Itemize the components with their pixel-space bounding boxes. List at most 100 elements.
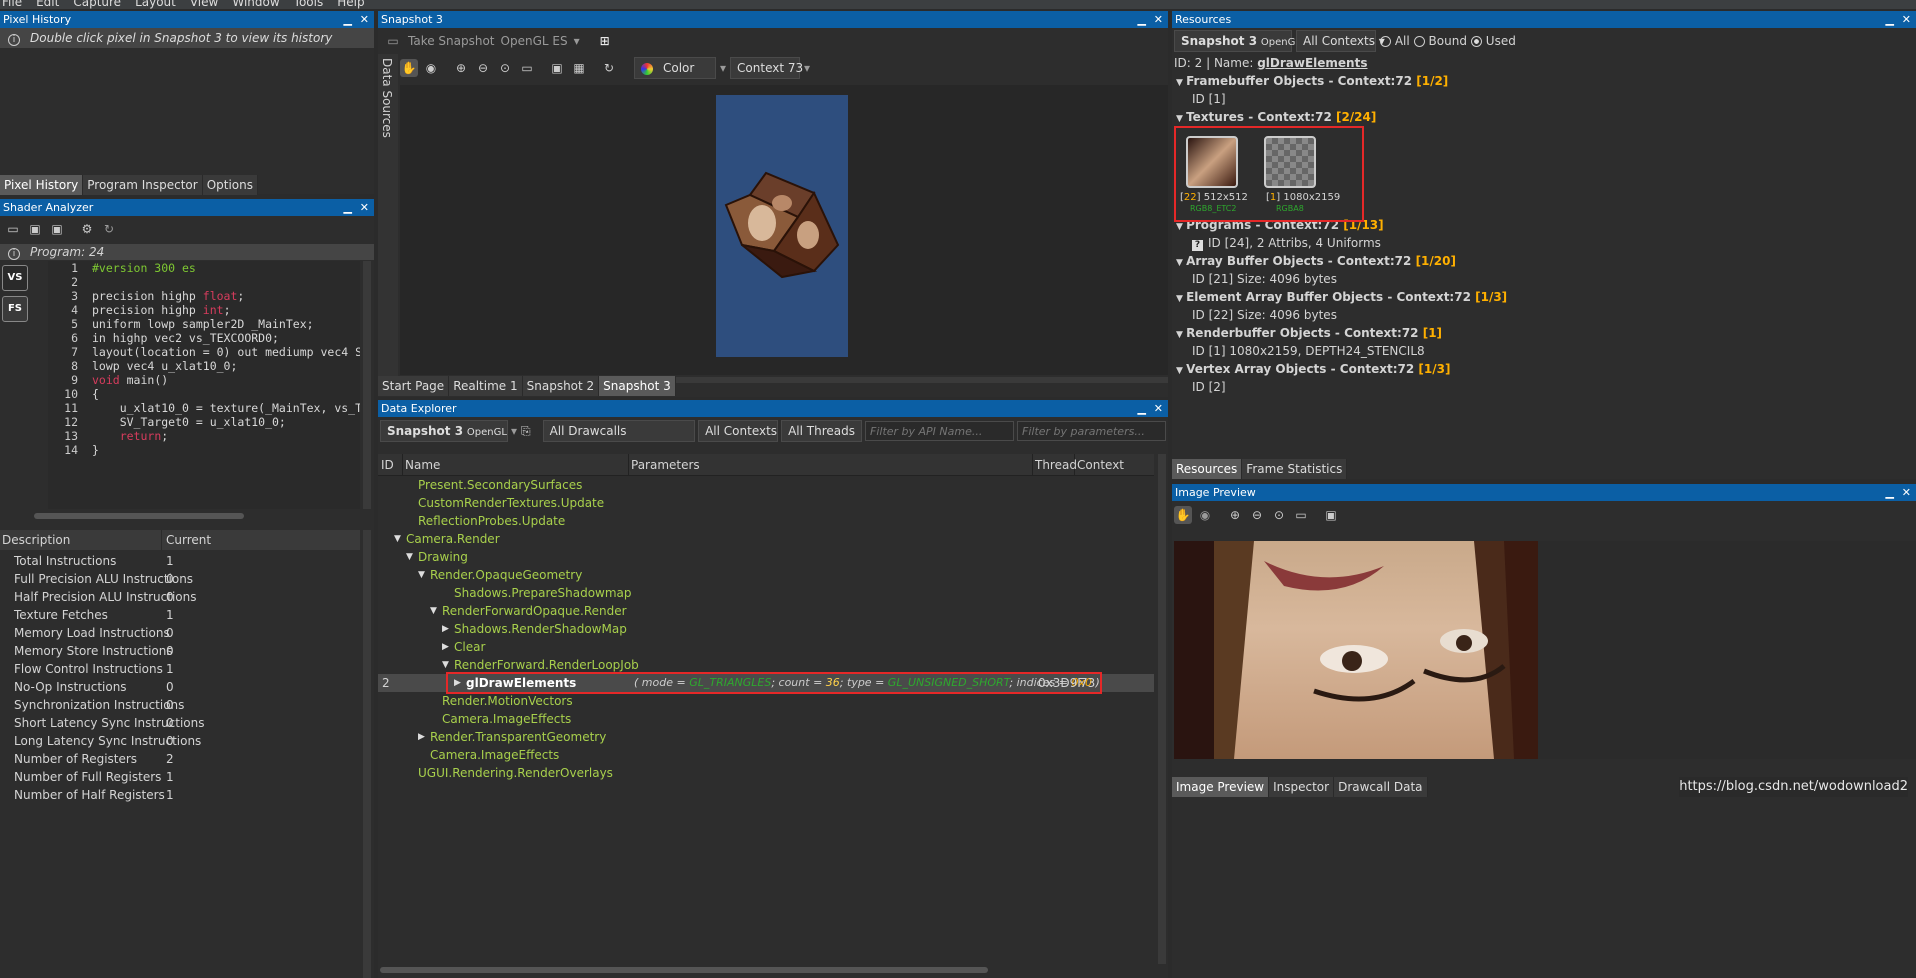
stats-row[interactable]: Full Precision ALU Instructions 0 xyxy=(0,570,360,588)
menu-layout[interactable]: Layout xyxy=(135,0,176,9)
menu-help[interactable]: Help xyxy=(337,0,364,9)
tab-realtime-1[interactable]: Realtime 1 xyxy=(449,376,523,396)
texture-thumbnail-1[interactable] xyxy=(1264,136,1316,188)
resource-group-header[interactable]: ▼ Vertex Array Objects - Context:72 [1/3… xyxy=(1176,360,1916,378)
zoom-fit-icon[interactable]: ⊙ xyxy=(496,59,514,77)
api-select[interactable]: OpenGL ES xyxy=(501,34,568,48)
expand-arrow-icon[interactable]: ▶ xyxy=(418,728,425,746)
stats-row[interactable]: Synchronization Instructions 0 xyxy=(0,696,360,714)
col-name[interactable]: Name xyxy=(403,454,629,475)
col-parameters[interactable]: Parameters xyxy=(629,454,1033,475)
stats-row[interactable]: Number of Registers 2 xyxy=(0,750,360,768)
tab-snapshot-2[interactable]: Snapshot 2 xyxy=(522,376,600,396)
pointer-icon[interactable]: ✋ xyxy=(400,59,418,77)
grid-icon[interactable]: ▦ xyxy=(570,59,588,77)
resource-group-header[interactable]: ▼ Textures - Context:72 [2/24] xyxy=(1176,108,1916,126)
expand-arrow-icon[interactable]: ▼ xyxy=(1176,330,1186,340)
resource-item[interactable]: ? ID [24], 2 Attribs, 4 Uniforms xyxy=(1176,234,1916,252)
tab-drawcall-data[interactable]: Drawcall Data xyxy=(1334,777,1428,797)
stats-row[interactable]: Number of Half Registers 1 xyxy=(0,786,360,804)
minimize-icon[interactable]: ▁ xyxy=(1138,400,1146,417)
context-filter-select[interactable]: All Contexts xyxy=(698,420,779,442)
expand-arrow-icon[interactable]: ▶ xyxy=(442,620,449,638)
tree-scrollbar[interactable] xyxy=(1158,454,1166,964)
stats-row[interactable]: Long Latency Sync Instructions 0 xyxy=(0,732,360,750)
save-all-icon[interactable]: ▣ xyxy=(48,220,66,238)
col-id[interactable]: ID xyxy=(378,454,403,475)
take-snapshot-button[interactable]: Take Snapshot xyxy=(408,34,495,48)
col-context[interactable]: Context xyxy=(1075,454,1124,475)
chevron-down-icon[interactable]: ▾ xyxy=(804,61,810,75)
code-horizontal-scrollbar[interactable] xyxy=(34,513,244,519)
tree-row[interactable]: ▶ glDrawElements 2( mode = GL_TRIANGLES; c… xyxy=(378,672,1154,694)
resource-group-header[interactable]: ▼ Framebuffer Objects - Context:72 [1/2] xyxy=(1176,72,1916,90)
vertex-shader-button[interactable]: VS xyxy=(2,265,28,291)
resource-group-header[interactable]: ▼ Array Buffer Objects - Context:72 [1/2… xyxy=(1176,252,1916,270)
tab-pixel-history[interactable]: Pixel History xyxy=(0,175,84,195)
radio-all[interactable]: All xyxy=(1380,34,1410,48)
pointer-icon[interactable]: ✋ xyxy=(1174,506,1192,524)
resources-snapshot-select[interactable]: Snapshot 3 OpenGL xyxy=(1174,30,1301,52)
stats-row[interactable]: Flow Control Instructions 1 xyxy=(0,660,360,678)
save-image-icon[interactable]: ▣ xyxy=(548,59,566,77)
close-icon[interactable]: ✕ xyxy=(1902,11,1911,28)
code-vertical-scrollbar[interactable] xyxy=(363,261,371,509)
tree-row[interactable]: ▼ Drawing xyxy=(378,548,1154,566)
expand-arrow-icon[interactable]: ▼ xyxy=(406,548,413,566)
add-icon[interactable]: ⊞ xyxy=(600,34,610,48)
resources-context-select[interactable]: All Contexts ▾ xyxy=(1296,30,1385,52)
refresh-icon[interactable]: ↻ xyxy=(100,220,118,238)
resource-item[interactable]: ID [1] xyxy=(1176,90,1916,108)
data-sources-sidebar[interactable]: Data Sources xyxy=(378,54,398,384)
save-icon[interactable]: ▣ xyxy=(26,220,44,238)
zoom-fit-icon[interactable]: ⊙ xyxy=(1270,506,1288,524)
tree-row[interactable]: CustomRenderTextures.Update xyxy=(378,494,1154,512)
zoom-in-icon[interactable]: ⊕ xyxy=(1226,506,1244,524)
export-icon[interactable]: ⎘ xyxy=(520,422,532,440)
tree-row[interactable]: ▼ RenderForwardOpaque.Render xyxy=(378,602,1154,620)
expand-arrow-icon[interactable]: ▼ xyxy=(1176,78,1186,88)
rotate-icon[interactable]: ↻ xyxy=(600,59,618,77)
resource-item[interactable]: ID [21] Size: 4096 bytes xyxy=(1176,270,1916,288)
zoom-out-icon[interactable]: ⊖ xyxy=(474,59,492,77)
stats-row[interactable]: Total Instructions 1 xyxy=(0,552,360,570)
open-folder-icon[interactable]: ▭ xyxy=(4,220,22,238)
tab-snapshot-3[interactable]: Snapshot 3 xyxy=(599,376,676,396)
chevron-down-icon[interactable]: ▾ xyxy=(574,34,580,48)
menu-capture[interactable]: Capture xyxy=(73,0,121,9)
resource-item[interactable]: ID [2] xyxy=(1176,378,1916,396)
menu-edit[interactable]: Edit xyxy=(36,0,59,9)
minimize-icon[interactable]: ▁ xyxy=(344,11,352,28)
channel-select[interactable]: Color xyxy=(634,57,716,79)
expand-arrow-icon[interactable]: ▼ xyxy=(418,566,425,584)
tree-row[interactable]: Shadows.PrepareShadowmap xyxy=(378,584,1154,602)
params-filter-input[interactable] xyxy=(1017,421,1166,441)
menu-view[interactable]: View xyxy=(190,0,218,9)
stats-header-description[interactable]: Description xyxy=(0,530,162,550)
save-image-icon[interactable]: ▣ xyxy=(1322,506,1340,524)
drawcall-filter-select[interactable]: All Drawcalls xyxy=(542,420,696,442)
close-icon[interactable]: ✕ xyxy=(1154,400,1163,417)
tab-start-page[interactable]: Start Page xyxy=(378,376,450,396)
stats-scrollbar[interactable] xyxy=(363,530,371,978)
expand-arrow-icon[interactable]: ▼ xyxy=(1176,114,1186,124)
col-thread[interactable]: Thread xyxy=(1033,454,1077,475)
tree-row[interactable]: ▼ Camera.Render xyxy=(378,530,1154,548)
fragment-shader-button[interactable]: FS xyxy=(2,296,28,322)
stats-row[interactable]: Memory Store Instructions 0 xyxy=(0,642,360,660)
stats-row[interactable]: Texture Fetches 1 xyxy=(0,606,360,624)
tree-row[interactable]: ReflectionProbes.Update xyxy=(378,512,1154,530)
stats-row[interactable]: Half Precision ALU Instructions 0 xyxy=(0,588,360,606)
minimize-icon[interactable]: ▁ xyxy=(1886,11,1894,28)
close-icon[interactable]: ✕ xyxy=(360,11,369,28)
stats-row[interactable]: No-Op Instructions 0 xyxy=(0,678,360,696)
close-icon[interactable]: ✕ xyxy=(1902,484,1911,501)
zoom-actual-icon[interactable]: ▭ xyxy=(1292,506,1310,524)
minimize-icon[interactable]: ▁ xyxy=(344,199,352,216)
tree-row[interactable]: ▶ Shadows.RenderShadowMap xyxy=(378,620,1154,638)
close-icon[interactable]: ✕ xyxy=(1154,11,1163,28)
tree-row[interactable]: UGUI.Rendering.RenderOverlays xyxy=(378,764,1154,782)
record-icon[interactable]: ◉ xyxy=(1196,506,1214,524)
tree-row[interactable]: ▶ Clear xyxy=(378,638,1154,656)
zoom-in-icon[interactable]: ⊕ xyxy=(452,59,470,77)
